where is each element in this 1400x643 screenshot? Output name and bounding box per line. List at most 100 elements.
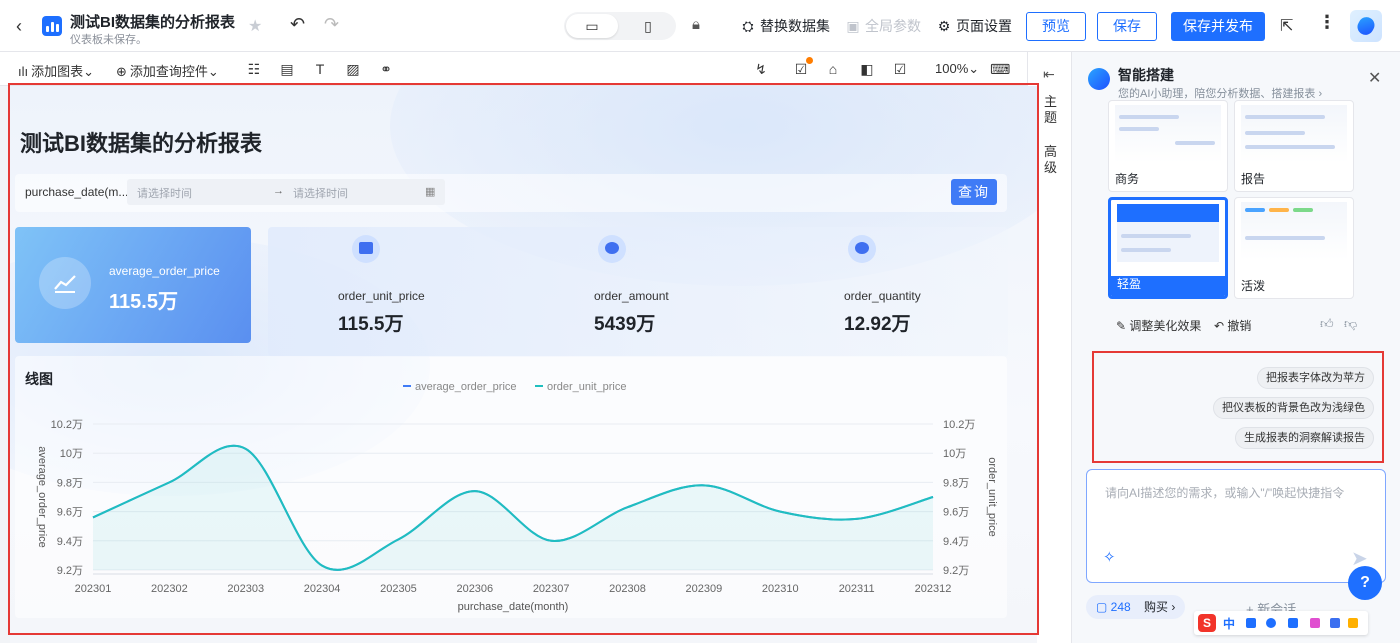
theme-tab[interactable]: 主题 [1044,94,1058,126]
line-chart[interactable]: 10.2万 10.2万 10万 10万 9.8万 9.8万 9.6万 9.6万 9.4万 9.4万… [15,356,1007,618]
zoom-level: 100% [935,61,969,76]
keyboard-icon[interactable]: ⌨ [990,60,1010,78]
ai-logo-icon [1088,68,1110,90]
more-icon[interactable]: ⋮ [1318,12,1336,33]
report-title[interactable]: 测试BI数据集的分析报表 [20,126,262,158]
kpi-card-order-unit-price[interactable]: order_unit_price 115.5万 [338,227,518,357]
punctuation-icon[interactable] [1246,618,1256,628]
star-icon[interactable]: ★ [248,16,262,36]
magic-wand-icon[interactable]: ✧ [1103,548,1116,566]
kpi-label: order_unit_price [338,289,425,303]
y2-tick-label: 10万 [943,448,966,460]
text-icon[interactable]: T [311,60,329,78]
x-axis-label: purchase_date(month) [458,601,569,613]
share-icon[interactable]: ⇱ [1280,16,1293,36]
theme-name: 商务 [1115,172,1140,186]
kpi-card-order-amount[interactable]: order_amount 5439万 [594,227,774,357]
smart-build-panel: 智能搭建 您的AI小助理，陪您分析数据、搭建报表 › ✕ 商务 报告 轻盈 活泼… [1072,52,1400,643]
link-icon[interactable]: ⚭ [377,60,395,78]
theme-card-lively[interactable]: 活泼 [1234,197,1354,299]
theme-thumbnail [1241,105,1347,163]
thumbs-down-icon[interactable]: 👎︎ [1344,316,1357,332]
game-icon[interactable] [1348,618,1358,628]
check-list-icon[interactable]: ☑ [792,57,813,78]
x-tick-label: 202307 [533,583,570,595]
tab-component-icon[interactable]: ▤ [278,60,296,78]
mobile-view-icon[interactable]: ▯ [622,14,674,38]
microphone-icon[interactable] [1266,618,1276,628]
document-title[interactable]: 测试BI数据集的分析报表 [70,11,235,32]
theme-card-business[interactable]: 商务 [1108,100,1228,192]
suggestion-chip[interactable]: 生成报表的洞察解读报告 [1235,427,1374,449]
filter-panel-icon[interactable]: ☷ [245,60,263,78]
lock-icon[interactable]: 🔒︎ [692,16,700,33]
dashboard-canvas: 测试BI数据集的分析报表 purchase_date(m... 请选择时间 → … [10,86,1037,643]
checkbox-icon[interactable]: ☑ [891,60,909,78]
x-tick-label: 202308 [609,583,646,595]
redo-icon[interactable]: ↷ [324,14,339,35]
ime-logo[interactable]: S [1198,614,1216,632]
back-icon[interactable]: ‹ [16,16,36,36]
panel-subtitle[interactable]: 您的AI小助理，陪您分析数据、搭建报表 › [1118,85,1322,101]
apps-icon[interactable] [1330,618,1340,628]
query-button[interactable]: 查询 [951,179,997,205]
save-status: 仪表板未保存。 [70,34,147,46]
undo-button[interactable]: ↶ 撤销 [1214,317,1251,334]
buy-link[interactable]: 购买 › [1144,600,1175,614]
global-params-button[interactable]: ▣ 全局参数 [845,16,921,36]
undo-icon[interactable]: ↶ [290,14,305,35]
theme-name: 轻盈 [1117,277,1142,291]
theme-name: 活泼 [1241,279,1266,293]
preview-button[interactable]: 预览 [1026,12,1086,41]
location-pin-icon [598,235,626,263]
adjust-style-button[interactable]: ✎ 调整美化效果 [1116,317,1201,334]
line-chart-card[interactable]: 线图 10.2万 10.2万 10万 10万 9.8万 9.8万 9.6万 9.6万 9.4万 9… [15,356,1007,618]
add-chart-button[interactable]: ılı 添加图表⌄ [18,61,94,80]
kpi-card-order-quantity[interactable]: order_quantity 12.92万 [844,227,1004,357]
add-query-control-button[interactable]: ⊕ 添加查询控件⌄ [116,61,219,80]
filter-label: purchase_date(m... [25,185,129,199]
preview-mode-icon[interactable]: ◧ [858,60,876,78]
adjust-label: 调整美化效果 [1129,319,1202,333]
device-toggle: ▭ ▯ [564,12,676,40]
collapse-panel-icon[interactable]: ⇤ [1043,66,1055,83]
dataset-icon: ⛭ [742,18,754,34]
save-publish-button[interactable]: 保存并发布 [1171,12,1265,41]
hierarchy-icon[interactable]: ⌂ [824,60,842,78]
global-params-label: 全局参数 [865,18,921,34]
theme-card-light[interactable]: 轻盈 [1108,197,1228,299]
legend-label: order_unit_price [547,381,627,393]
save-button[interactable]: 保存 [1097,12,1157,41]
theme-card-report[interactable]: 报告 [1234,100,1354,192]
desktop-view-icon[interactable]: ▭ [566,14,618,38]
suggestion-chip[interactable]: 把仪表板的背景色改为浅绿色 [1213,397,1374,419]
advanced-tab[interactable]: 高级 [1044,144,1058,176]
credits-pill[interactable]: ▢ 248 购买 › [1086,595,1186,619]
magic-style-icon[interactable]: ↯ [752,60,770,78]
thumbs-up-icon[interactable]: 👍︎ [1320,316,1334,332]
kpi-label: average_order_price [109,264,220,278]
y-tick-label: 10.2万 [51,419,83,431]
image-icon[interactable]: ▨ [344,60,362,78]
end-date-placeholder[interactable]: 请选择时间 [293,185,348,201]
kpi-card-average-order-price[interactable]: average_order_price 115.5万 [15,227,251,343]
add-query-label: 添加查询控件 [129,64,208,79]
kpi-value: 115.5万 [338,314,404,335]
suggestion-chip[interactable]: 把报表字体改为苹方 [1257,367,1374,389]
y-tick-label: 9.6万 [57,507,83,519]
help-icon[interactable]: ? [1348,566,1382,600]
ai-prompt-input[interactable]: 请向AI描述您的需求，或输入"/"唤起快捷指令 ✧ ➤ [1086,469,1386,583]
ai-assistant-icon[interactable] [1350,10,1382,42]
keyboard-icon[interactable] [1288,618,1298,628]
ime-language[interactable]: 中 [1223,615,1235,632]
close-icon[interactable]: ✕ [1368,68,1381,88]
zoom-select[interactable]: 100%⌄ [935,61,979,77]
pie-chart-icon [848,235,876,263]
start-date-placeholder[interactable]: 请选择时间 [137,185,192,201]
page-settings-button[interactable]: ⚙ 页面设置 [936,16,1012,36]
kpi-label: order_quantity [844,289,921,303]
calendar-icon[interactable]: ▦ [425,185,435,198]
skin-icon[interactable] [1310,618,1320,628]
date-range-picker[interactable]: 请选择时间 → 请选择时间 ▦ [127,179,445,205]
replace-dataset-button[interactable]: ⛭ 替换数据集 [740,16,830,36]
